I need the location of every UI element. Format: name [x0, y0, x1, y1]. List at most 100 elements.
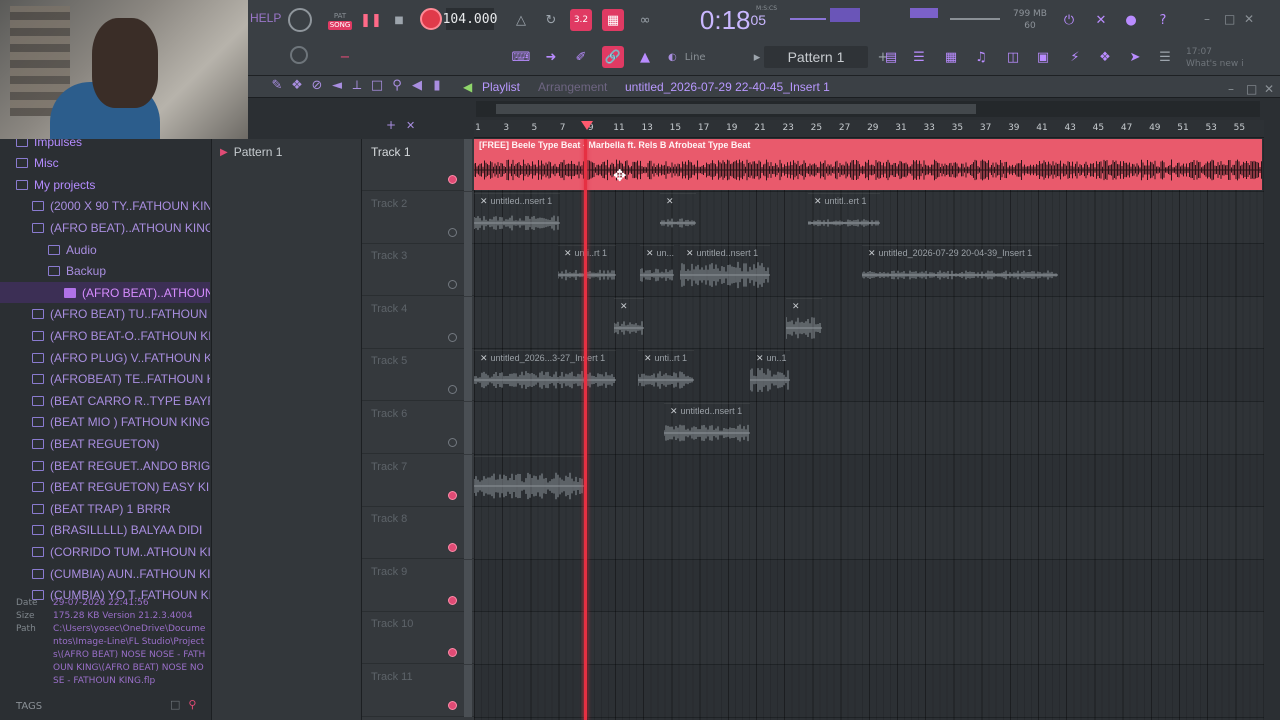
- audio-clip[interactable]: ✕: [786, 297, 822, 348]
- browser-folder-item[interactable]: (AFROBEAT) TE..FATHOUN KING: [0, 369, 210, 390]
- countdown-icon[interactable]: 3.2: [570, 9, 592, 31]
- clip-close-icon[interactable]: ✕: [480, 196, 488, 206]
- brush-icon[interactable]: ✐: [570, 46, 592, 68]
- browser-folder-item[interactable]: (AFRO BEAT)..ATHOUN KING: [0, 217, 210, 238]
- track-header[interactable]: Track 2: [362, 191, 474, 244]
- maximize-icon[interactable]: □: [1224, 12, 1235, 26]
- power-icon[interactable]: ⏻: [1058, 9, 1080, 31]
- clip-close-icon[interactable]: ✕: [792, 301, 800, 311]
- file-icon[interactable]: ▣: [1032, 46, 1054, 68]
- track-grip[interactable]: [464, 612, 472, 665]
- browser-folder-item[interactable]: (BEAT REGUET..ANDO BRIGIFO: [0, 455, 210, 476]
- pat-song-toggle[interactable]: PAT SONG: [326, 8, 354, 34]
- browser-folder-item[interactable]: Misc: [0, 153, 210, 174]
- help-icon[interactable]: ?: [1152, 9, 1174, 31]
- overview-window[interactable]: [496, 104, 976, 114]
- browser-folder-item[interactable]: (BEAT MIO ) FATHOUN KING: [0, 412, 210, 433]
- browser-folder-item[interactable]: (AFRO BEAT-O..FATHOUN KING: [0, 325, 210, 346]
- eq-icon[interactable]: ♫: [970, 46, 992, 68]
- clip-close-icon[interactable]: ✕: [644, 353, 652, 363]
- delete-icon[interactable]: ⊘: [310, 78, 324, 93]
- clip-close-icon[interactable]: ✕: [756, 353, 764, 363]
- track-enable-dot[interactable]: [448, 175, 457, 184]
- track-header[interactable]: Track 11: [362, 665, 474, 717]
- browser-file-item[interactable]: (AFRO BEAT)..ATHOUN KING: [0, 282, 210, 304]
- browser-folder-item[interactable]: (BEAT TRAP) 1 BRRR: [0, 498, 210, 519]
- search-icon[interactable]: ⚲: [188, 698, 196, 711]
- tempo-display[interactable]: 104.000: [443, 8, 497, 30]
- track-grip[interactable]: [464, 139, 472, 191]
- plug-icon[interactable]: ⚡: [1064, 46, 1086, 68]
- playhead-line[interactable]: [584, 139, 587, 720]
- track-enable-dot[interactable]: [448, 227, 457, 237]
- browser-folder-item[interactable]: (CORRIDO TUM..ATHOUN KING: [0, 541, 210, 562]
- track-grip[interactable]: [464, 454, 472, 507]
- mixer-icon[interactable]: ☰: [908, 46, 930, 68]
- track-header[interactable]: Track 4: [362, 296, 474, 349]
- help-menu[interactable]: HELP: [250, 11, 281, 25]
- paint-icon[interactable]: ❖: [290, 78, 304, 93]
- track-enable-dot[interactable]: [448, 490, 457, 500]
- metronome-icon[interactable]: △: [510, 9, 532, 31]
- link-icon[interactable]: 🔗: [602, 46, 624, 68]
- track-header[interactable]: Track 8: [362, 507, 474, 560]
- pencil-icon[interactable]: ✎: [270, 78, 284, 93]
- wait-input-icon[interactable]: ↻: [540, 9, 562, 31]
- loop-record-icon[interactable]: ∞: [634, 9, 656, 31]
- main-audio-clip[interactable]: [FREE] Beele Type Beat - Marbella ft. Re…: [474, 139, 1262, 190]
- browser-folder-item[interactable]: (2000 X 90 TY..FATHOUN KING: [0, 196, 210, 217]
- track-grip[interactable]: [464, 665, 472, 717]
- channel-rack-icon[interactable]: ▦: [940, 46, 962, 68]
- playlist-maximize-icon[interactable]: □: [1246, 82, 1257, 96]
- stop-icon[interactable]: ■: [388, 9, 410, 31]
- clip-close-icon[interactable]: ✕: [620, 301, 628, 311]
- track-header[interactable]: Track 10: [362, 612, 474, 665]
- plugin-icon[interactable]: ◫: [1002, 46, 1024, 68]
- playlist-minimize-icon[interactable]: –: [1228, 82, 1234, 96]
- select-icon[interactable]: □: [370, 78, 384, 93]
- audio-clip[interactable]: ✕ unti..rt 1: [638, 350, 694, 400]
- browser-folder-item[interactable]: (BEAT REGUETON): [0, 433, 210, 454]
- audio-clip[interactable]: ✕ untitled..nsert 1: [664, 403, 750, 453]
- playhead-marker[interactable]: [581, 121, 593, 130]
- pitch-knob[interactable]: [290, 46, 308, 64]
- track-grip[interactable]: [464, 244, 472, 297]
- minimize-icon[interactable]: –: [1204, 12, 1210, 26]
- snap-playlist-icon[interactable]: ▮: [430, 78, 444, 93]
- playlist-overview-scrollbar[interactable]: [476, 101, 1260, 117]
- track-grip[interactable]: [464, 349, 472, 402]
- snap-icon[interactable]: −: [334, 46, 356, 68]
- track-grip[interactable]: [464, 559, 472, 612]
- playlist-close-icon[interactable]: ✕: [1264, 82, 1274, 96]
- arrangement-grid[interactable]: [FREE] Beele Type Beat - Marbella ft. Re…: [474, 139, 1264, 720]
- arrow-right-icon[interactable]: ➜: [540, 46, 562, 68]
- track-header[interactable]: Track 6: [362, 402, 474, 454]
- piano-roll-icon[interactable]: ⌨: [510, 46, 532, 68]
- track-enable-dot[interactable]: [448, 280, 457, 290]
- browser-folder-item[interactable]: (BRASILLLLL) BALYAA DIDI: [0, 520, 210, 541]
- stamp-icon[interactable]: ▲: [634, 46, 656, 68]
- track-enable-dot[interactable]: [448, 701, 457, 710]
- clip-close-icon[interactable]: ✕: [480, 353, 488, 363]
- browser-folder-item[interactable]: My projects: [0, 174, 210, 195]
- multi-close-icon[interactable]: ✕: [406, 119, 415, 132]
- mute-icon[interactable]: ◄: [330, 78, 344, 93]
- clip-close-icon[interactable]: ✕: [868, 248, 876, 258]
- track-grip[interactable]: [464, 191, 472, 244]
- browser-folder-item[interactable]: (AFRO BEAT) TU..FATHOUN KING: [0, 304, 210, 325]
- track-header[interactable]: Track 5: [362, 349, 474, 402]
- browser-folder-item[interactable]: (CUMBIA) AUN..FATHOUN KING: [0, 563, 210, 584]
- audio-clip[interactable]: ✕ untitled_2026...3-27_Insert 1: [474, 350, 616, 400]
- browser-folder-item[interactable]: Backup: [0, 261, 210, 282]
- send-icon[interactable]: ➤: [1124, 46, 1146, 68]
- clip-close-icon[interactable]: ✕: [686, 248, 694, 258]
- track-enable-dot[interactable]: [448, 438, 457, 447]
- track-enable-dot[interactable]: [448, 385, 457, 395]
- audio-clip[interactable]: ✕: [614, 297, 644, 348]
- wrench-icon[interactable]: ❖: [1094, 46, 1116, 68]
- close-icon[interactable]: ✕: [1244, 12, 1254, 26]
- browser-folder-item[interactable]: (AFRO PLUG) V..FATHOUN KING: [0, 347, 210, 368]
- folder-icon[interactable]: □: [170, 698, 180, 711]
- track-header[interactable]: Track 3: [362, 244, 474, 297]
- clip-close-icon[interactable]: ✕: [670, 406, 678, 416]
